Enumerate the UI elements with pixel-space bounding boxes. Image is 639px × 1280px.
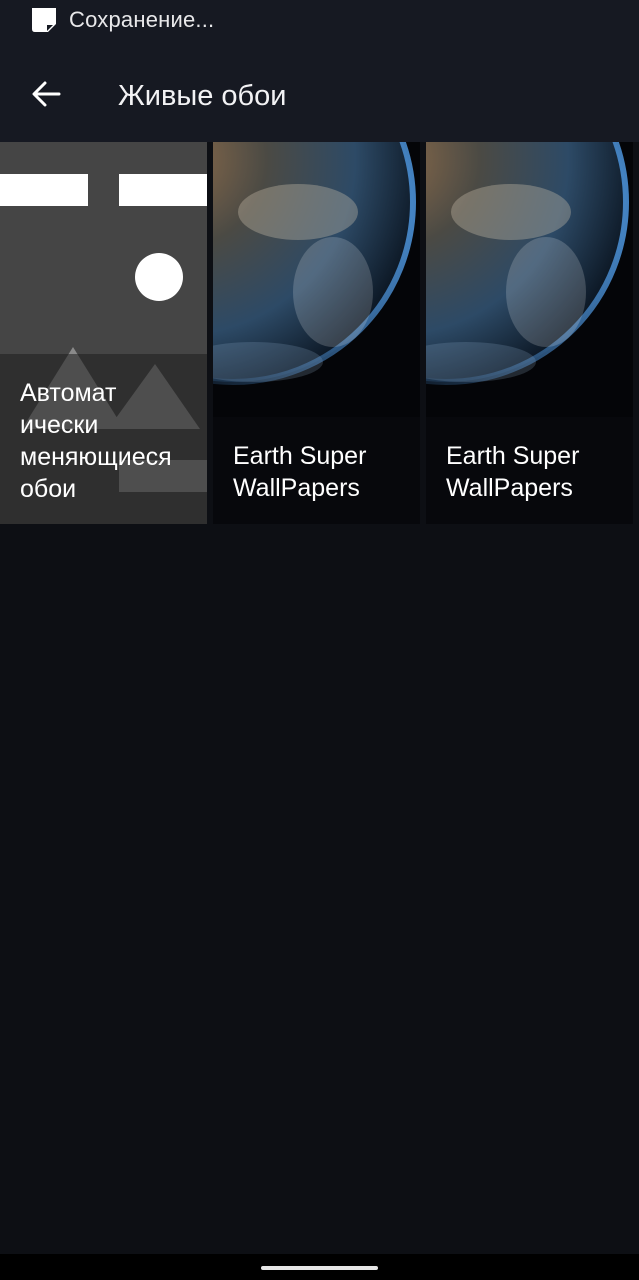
app-bar: Живые обои <box>0 42 639 142</box>
wallpaper-tile-earth-1[interactable]: Earth Super WallPapers <box>213 142 420 524</box>
save-notification-icon <box>32 8 56 32</box>
wallpaper-grid: Автомат ически меняющиеся обои Earth Sup… <box>0 142 639 524</box>
gesture-handle[interactable] <box>261 1266 378 1270</box>
back-button[interactable] <box>22 70 70 118</box>
arrow-back-icon <box>32 81 61 107</box>
wallpaper-tile-auto-change[interactable]: Автомат ически меняющиеся обои <box>0 142 207 524</box>
navigation-bar <box>0 1254 639 1280</box>
wallpaper-label: Автомат ически меняющиеся обои <box>20 379 172 503</box>
status-text: Сохранение... <box>69 7 215 32</box>
wallpaper-label: Earth Super WallPapers <box>446 442 580 502</box>
wallpaper-label: Earth Super WallPapers <box>233 442 367 502</box>
page-title: Живые обои <box>118 80 287 112</box>
status-bar: Сохранение... <box>0 0 639 42</box>
wallpaper-tile-earth-2[interactable]: Earth Super WallPapers <box>426 142 633 524</box>
